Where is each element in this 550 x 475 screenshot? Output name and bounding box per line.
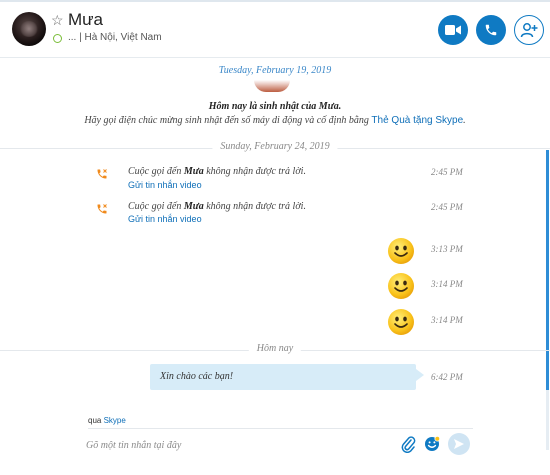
send-via-selector[interactable]: qua Skype <box>88 416 126 425</box>
call-text-suffix: không nhận được trả lời. <box>206 201 306 212</box>
date-label: Tuesday, February 19, 2019 <box>210 65 340 76</box>
favorite-star-icon[interactable]: ☆ <box>51 12 64 28</box>
message-time: 6:42 PM <box>431 372 463 382</box>
via-service[interactable]: Skype <box>104 416 126 425</box>
message-time: 3:14 PM <box>431 279 463 289</box>
call-text-prefix: Cuộc gọi đến <box>128 201 182 212</box>
message-time: 2:45 PM <box>431 202 463 212</box>
compose-divider <box>88 428 473 429</box>
presence-status-icon <box>53 34 62 43</box>
message-input[interactable] <box>86 436 386 454</box>
call-text-suffix: không nhận được trả lời. <box>206 166 306 177</box>
smiley-emoticon-icon[interactable] <box>387 272 415 300</box>
birthday-message: Hãy gọi điện chúc mừng sinh nhật đến số … <box>0 115 550 126</box>
phone-icon <box>485 24 497 36</box>
birthday-title: Hôm nay là sinh nhật của Mưa. <box>208 101 342 112</box>
missed-call-icon <box>97 204 107 214</box>
message-time: 3:14 PM <box>431 315 463 325</box>
sent-message-bubble[interactable]: Xin chào các bạn! <box>150 364 424 390</box>
send-button[interactable] <box>448 433 470 455</box>
call-text-prefix: Cuộc gọi đến <box>128 166 182 177</box>
video-call-button[interactable] <box>438 15 468 45</box>
date-label: Hôm nay <box>248 343 302 354</box>
caller-name: Mưa <box>183 201 204 212</box>
smiley-emoticon-icon[interactable] <box>387 237 415 265</box>
date-separator: Hôm nay <box>0 343 550 357</box>
via-prefix: qua <box>88 416 102 425</box>
contact-avatar[interactable] <box>12 12 46 46</box>
contact-name[interactable]: Mưa <box>68 10 103 30</box>
conversation-header: ☆ Mưa ... | Hà Nội, Việt Nam <box>0 2 550 58</box>
emoticon-icon[interactable] <box>424 436 440 452</box>
contact-mood-location: ... | Hà Nội, Việt Nam <box>68 32 162 43</box>
message-time: 3:13 PM <box>431 244 463 254</box>
audio-call-button[interactable] <box>476 15 506 45</box>
missed-call-text: Cuộc gọi đến Mưa không nhận được trả lời… <box>128 166 306 177</box>
birthday-message-text: Hãy gọi điện chúc mừng sinh nhật đến số … <box>84 115 369 126</box>
birthday-cake-image <box>254 80 290 92</box>
skype-gift-card-link[interactable]: Thẻ Quà tặng Skype <box>371 115 463 126</box>
smiley-emoticon-icon[interactable] <box>387 308 415 336</box>
missed-call-icon <box>97 169 107 179</box>
send-icon <box>454 439 464 449</box>
missed-call-text: Cuộc gọi đến Mưa không nhận được trả lời… <box>128 201 306 212</box>
date-label: Sunday, February 24, 2019 <box>212 141 338 152</box>
date-separator: Tuesday, February 19, 2019 <box>0 65 550 79</box>
video-camera-icon <box>445 25 461 35</box>
send-video-message-link[interactable]: Gửi tin nhắn video <box>128 214 202 224</box>
message-text: Xin chào các bạn! <box>160 371 234 382</box>
message-time: 2:45 PM <box>431 167 463 177</box>
add-person-icon <box>520 23 538 38</box>
add-participant-button[interactable] <box>514 15 544 45</box>
date-separator: Sunday, February 24, 2019 <box>0 141 550 155</box>
paperclip-icon[interactable] <box>400 435 416 453</box>
send-video-message-link[interactable]: Gửi tin nhắn video <box>128 180 202 190</box>
caller-name: Mưa <box>183 166 204 177</box>
birthday-message-end: . <box>463 115 466 126</box>
